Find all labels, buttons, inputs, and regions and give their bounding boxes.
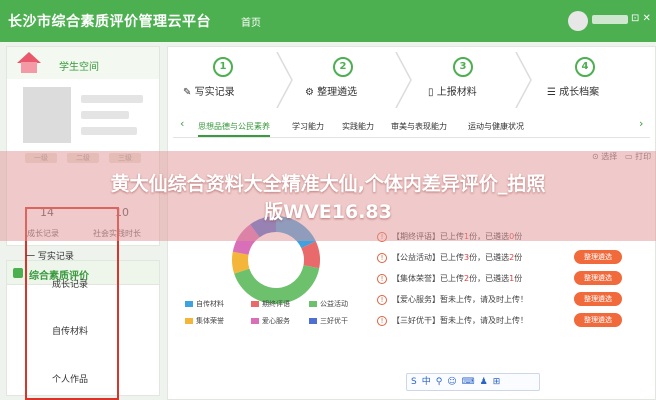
legend-label: 公益活动 xyxy=(320,300,348,308)
organize-button[interactable]: 整理遴选 xyxy=(574,313,622,327)
home-link[interactable]: 首页 xyxy=(241,14,261,29)
alert-icon: ! xyxy=(377,316,387,326)
student-space-title[interactable]: 学生空间 xyxy=(59,58,99,73)
house-icon xyxy=(17,52,41,74)
tab-moral[interactable]: 思想品德与公民素养 xyxy=(198,121,270,137)
avatar[interactable] xyxy=(568,11,588,31)
menu-autobiography[interactable]: 自传材料 xyxy=(52,324,88,337)
legend-swatch xyxy=(185,301,193,307)
edit-icon: ✎ xyxy=(183,87,192,98)
step-circle-1: 1 xyxy=(213,57,233,77)
step-arrow-icon xyxy=(395,52,412,108)
student-info-blurred xyxy=(81,127,137,135)
tab-learning[interactable]: 学习能力 xyxy=(292,121,324,132)
list-icon: ☰ xyxy=(547,87,556,98)
record-status: 【集体荣誉】已上传2份，已遴选1份 xyxy=(392,274,523,283)
legend-label: 集体荣誉 xyxy=(196,317,224,325)
tab-health[interactable]: 运动与健康状况 xyxy=(468,121,524,132)
window-controls-icon[interactable]: ⊡ ✕ xyxy=(631,13,651,24)
legend-swatch xyxy=(309,301,317,307)
record-status: 【公益活动】已上传3份，已遴选2份 xyxy=(392,253,523,262)
organize-button[interactable]: 整理遴选 xyxy=(574,250,622,264)
tab-practice[interactable]: 实践能力 xyxy=(342,121,374,132)
legend-item: 集体荣誉 xyxy=(185,316,224,326)
student-info-blurred xyxy=(81,95,143,103)
menu-personal-works[interactable]: 个人作品 xyxy=(52,372,88,385)
legend-item: 自传材料 xyxy=(185,299,224,309)
organize-button[interactable]: 整理遴选 xyxy=(574,292,622,306)
record-status: 【三好优干】暂未上传，请及时上传！ xyxy=(392,316,528,325)
top-header: 长沙市综合素质评价管理云平台 首页 ⊡ ✕ xyxy=(0,0,656,42)
legend-label: 爱心服务 xyxy=(262,317,290,325)
legend-swatch xyxy=(309,318,317,324)
legend-label: 期终评语 xyxy=(262,300,290,308)
legend-label: 三好优干 xyxy=(320,317,348,325)
legend-swatch xyxy=(251,318,259,324)
user-name[interactable] xyxy=(592,15,628,24)
step-organize[interactable]: ⚙ 整理遴选 xyxy=(305,83,357,98)
menu-realistic-record[interactable]: 一 写实记录 xyxy=(26,249,74,262)
legend-item: 期终评语 xyxy=(251,299,290,309)
organize-button[interactable]: 整理遴选 xyxy=(574,271,622,285)
category-tabs: 思想品德与公民素养 学习能力 实践能力 审美与表现能力 运动与健康状况 xyxy=(173,116,650,138)
student-space-header: 学生空间 xyxy=(7,47,159,79)
step-archive[interactable]: ☰ 成长档案 xyxy=(547,83,599,98)
legend-swatch xyxy=(251,301,259,307)
step-circle-2: 2 xyxy=(333,57,353,77)
legend-label: 自传材料 xyxy=(196,300,224,308)
alert-icon: ! xyxy=(377,274,387,284)
step-circle-4: 4 xyxy=(575,57,595,77)
step-write-record[interactable]: ✎ 写实记录 xyxy=(183,83,235,98)
legend-item: 三好优干 xyxy=(309,316,348,326)
student-photo xyxy=(23,87,71,143)
legend-item: 爱心服务 xyxy=(251,316,290,326)
legend-item: 公益活动 xyxy=(309,299,348,309)
banner-text: 黄大仙综合资料大全精准大仙,个体内差异评价_拍照 版WVE16.83 xyxy=(110,173,546,223)
alert-icon: ! xyxy=(377,253,387,263)
grid-icon xyxy=(13,268,23,278)
step-arrow-icon xyxy=(276,52,293,108)
student-info-blurred xyxy=(81,111,129,119)
menu-growth-record[interactable]: 成长记录 xyxy=(52,277,88,290)
record-status: 【爱心服务】暂未上传，请及时上传！ xyxy=(392,295,528,304)
gear-icon: ⚙ xyxy=(305,87,314,98)
app-title: 长沙市综合素质评价管理云平台 xyxy=(8,14,211,30)
tab-aesthetic[interactable]: 审美与表现能力 xyxy=(391,121,447,132)
prev-tab-icon[interactable]: ‹ xyxy=(180,117,184,130)
step-arrow-icon xyxy=(515,52,532,108)
step-circle-3: 3 xyxy=(453,57,473,77)
document-icon: ▯ xyxy=(428,87,434,98)
step-submit[interactable]: ▯ 上报材料 xyxy=(428,83,477,98)
legend-swatch xyxy=(185,318,193,324)
ime-toolbar[interactable]: S中⚲☺⌨♟⊞ xyxy=(406,373,540,391)
alert-icon: ! xyxy=(377,295,387,305)
next-tab-icon[interactable]: › xyxy=(639,117,643,130)
